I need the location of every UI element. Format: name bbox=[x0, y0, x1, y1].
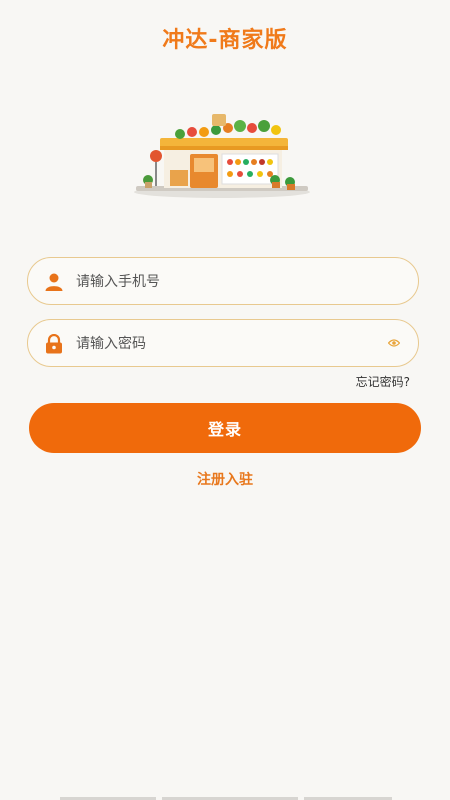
password-field[interactable] bbox=[27, 319, 419, 368]
phone-field[interactable] bbox=[27, 257, 419, 306]
user-icon bbox=[45, 273, 63, 291]
password-input[interactable] bbox=[74, 320, 398, 368]
app-title: 冲达-商家版 bbox=[162, 28, 288, 53]
lock-icon bbox=[46, 334, 62, 354]
login-button[interactable]: 登录 bbox=[29, 403, 421, 453]
eye-icon[interactable] bbox=[388, 338, 400, 348]
forgot-password-link[interactable]: 忘记密码? bbox=[356, 373, 410, 390]
phone-input[interactable] bbox=[74, 258, 398, 306]
store-illustration bbox=[134, 114, 310, 198]
register-link[interactable]: 注册入驻 bbox=[0, 469, 450, 489]
